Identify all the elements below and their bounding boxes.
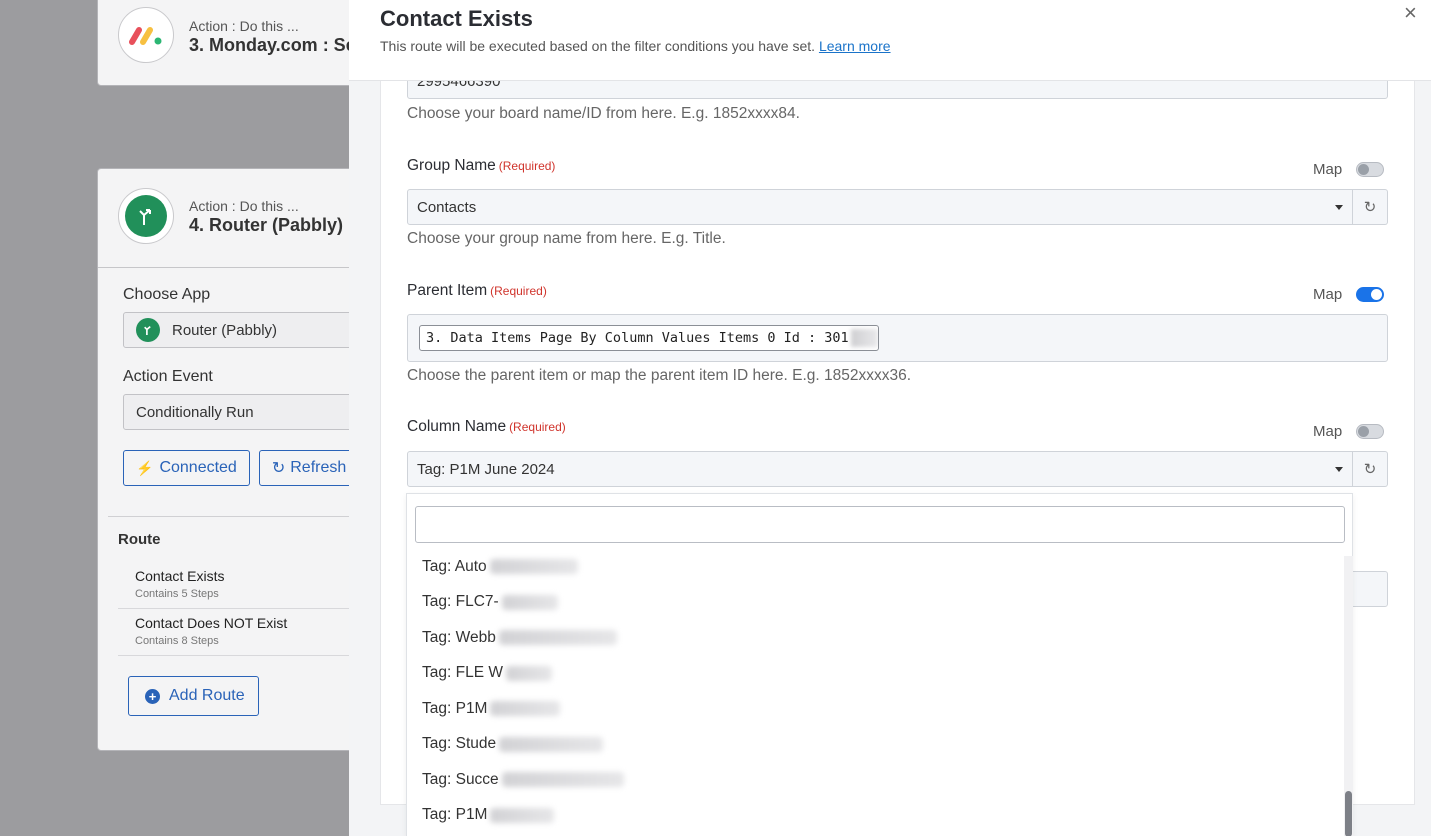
dropdown-search-input[interactable] — [415, 506, 1345, 543]
action-event-value: Conditionally Run — [136, 403, 254, 421]
plug-icon: ⚡ — [136, 459, 154, 476]
redacted-patch — [490, 807, 555, 823]
caret-down-icon — [1335, 467, 1343, 472]
modal-subtitle-text: This route will be executed based on the… — [380, 38, 816, 54]
route-item[interactable]: Contact Exists Contains 5 Steps — [118, 562, 386, 609]
map-toggle-switch[interactable] — [1356, 162, 1385, 177]
choose-app-label: Choose App — [123, 286, 211, 303]
dropdown-option[interactable]: Tag: FLE W — [407, 656, 1345, 692]
modal-subtitle: This route will be executed based on the… — [380, 38, 891, 54]
option-label: Tag: P1M — [422, 806, 488, 824]
map-toggle-switch[interactable] — [1356, 287, 1385, 302]
action-event-label: Action Event — [123, 368, 213, 385]
option-label: Tag: P1M — [422, 699, 488, 717]
parent-item-label: Parent Item (Required) — [407, 282, 547, 300]
plus-icon: + — [145, 688, 160, 704]
option-label: Tag: Succe — [422, 770, 499, 788]
dropdown-scrollbar[interactable] — [1344, 556, 1353, 836]
choose-app-select[interactable]: Router (Pabbly) — [123, 312, 371, 348]
router-logo — [118, 188, 174, 244]
monday-logo-icon — [129, 27, 162, 45]
mapped-value-pill[interactable]: 3. Data Items Page By Column Values Item… — [419, 325, 879, 351]
caret-down-icon — [1335, 205, 1343, 210]
map-label: Map — [1313, 161, 1343, 178]
redacted-patch — [489, 559, 578, 575]
modal-title: Contact Exists — [380, 6, 533, 31]
parent-map-toggle[interactable]: Map — [1313, 286, 1385, 303]
group-helper: Choose your group name from here. E.g. T… — [407, 230, 726, 247]
option-label: Tag: Webb — [422, 628, 496, 646]
refresh-icon: ↻ — [1363, 199, 1377, 216]
action-caption: Action : Do this ... — [189, 198, 299, 214]
redacted-patch — [501, 594, 558, 610]
map-label: Map — [1313, 286, 1343, 303]
column-refresh-button[interactable]: ↻ — [1353, 451, 1388, 487]
column-name-select[interactable]: Tag: P1M June 2024 — [407, 451, 1353, 487]
required-tag: (Required) — [490, 284, 547, 298]
action-title: 4. Router (Pabbly) : — [189, 215, 355, 235]
dropdown-option[interactable]: Tag: Succe — [407, 762, 1345, 798]
column-name-label: Column Name (Required) — [407, 418, 566, 436]
dropdown-option[interactable]: Tag: FLC7- — [407, 585, 1345, 621]
router-icon — [136, 318, 160, 342]
redacted-patch — [499, 736, 604, 752]
column-name-dropdown: Tag: Auto Tag: FLC7- Tag: Webb Tag: FLE … — [406, 493, 1353, 836]
option-label: Tag: Stude — [422, 735, 497, 753]
route-item[interactable]: Contact Does NOT Exist Contains 8 Steps — [118, 609, 386, 656]
route-steps: Contains 8 Steps — [135, 635, 219, 647]
board-helper: Choose your board name/ID from here. E.g… — [407, 105, 800, 122]
parent-item-map-field[interactable]: 3. Data Items Page By Column Values Item… — [407, 314, 1388, 362]
column-name-label-text: Column Name — [407, 418, 507, 435]
add-route-button[interactable]: + Add Route — [128, 676, 259, 716]
mapped-value-text: 3. Data Items Page By Column Values Item… — [426, 330, 849, 346]
redacted-patch — [498, 630, 617, 646]
group-name-value: Contacts — [417, 198, 477, 216]
option-label: Tag: FLC7- — [422, 593, 499, 611]
dropdown-option[interactable]: Tag: Auto — [407, 549, 1345, 585]
refresh-icon: ↻ — [271, 460, 286, 477]
group-name-label: Group Name (Required) — [407, 157, 555, 175]
route-name: Contact Does NOT Exist — [135, 615, 288, 631]
route-steps: Contains 5 Steps — [135, 588, 219, 600]
dropdown-option[interactable]: Tag: P1M — [407, 691, 1345, 727]
scrollbar-thumb[interactable] — [1345, 791, 1352, 836]
redacted-patch — [850, 329, 878, 347]
parent-item-label-text: Parent Item — [407, 282, 488, 299]
route-heading: Route — [118, 531, 161, 548]
dropdown-option[interactable]: Tag: Webb — [407, 620, 1345, 656]
refresh-icon: ↻ — [1363, 461, 1377, 478]
panel-header: Contact Exists This route will be execut… — [349, 0, 1431, 81]
action-caption: Action : Do this ... — [189, 18, 299, 34]
dropdown-option[interactable]: Tag: P1M — [407, 798, 1345, 834]
required-tag: (Required) — [498, 159, 556, 173]
monday-logo — [118, 7, 174, 63]
required-tag: (Required) — [509, 420, 566, 434]
redacted-patch — [490, 701, 561, 717]
column-name-value: Tag: P1M June 2024 — [417, 460, 555, 478]
dropdown-options: Tag: Auto Tag: FLC7- Tag: Webb Tag: FLE … — [407, 549, 1345, 833]
close-icon[interactable]: × — [1404, 0, 1417, 26]
route-name: Contact Exists — [135, 568, 225, 584]
router-icon — [125, 195, 167, 237]
redacted-patch — [501, 772, 624, 788]
action-event-select[interactable]: Conditionally Run — [123, 394, 371, 430]
group-refresh-button[interactable]: ↻ — [1353, 189, 1388, 225]
learn-more-link[interactable]: Learn more — [819, 38, 891, 54]
action-title: 3. Monday.com : Se — [189, 35, 356, 55]
add-route-label: Add Route — [169, 687, 245, 704]
redacted-patch — [505, 665, 552, 681]
group-name-label-text: Group Name — [407, 157, 496, 174]
connected-label: Connected — [159, 459, 237, 476]
map-label: Map — [1313, 423, 1343, 440]
connected-button[interactable]: ⚡ Connected — [123, 450, 250, 486]
group-map-toggle[interactable]: Map — [1313, 161, 1385, 178]
choose-app-value: Router (Pabbly) — [172, 321, 278, 339]
dropdown-option[interactable]: Tag: Stude — [407, 727, 1345, 763]
option-label: Tag: FLE W — [422, 664, 503, 682]
column-map-toggle[interactable]: Map — [1313, 423, 1385, 440]
group-name-select[interactable]: Contacts — [407, 189, 1353, 225]
parent-helper: Choose the parent item or map the parent… — [407, 367, 912, 384]
map-toggle-switch[interactable] — [1356, 424, 1385, 439]
option-label: Tag: Auto — [422, 557, 487, 575]
